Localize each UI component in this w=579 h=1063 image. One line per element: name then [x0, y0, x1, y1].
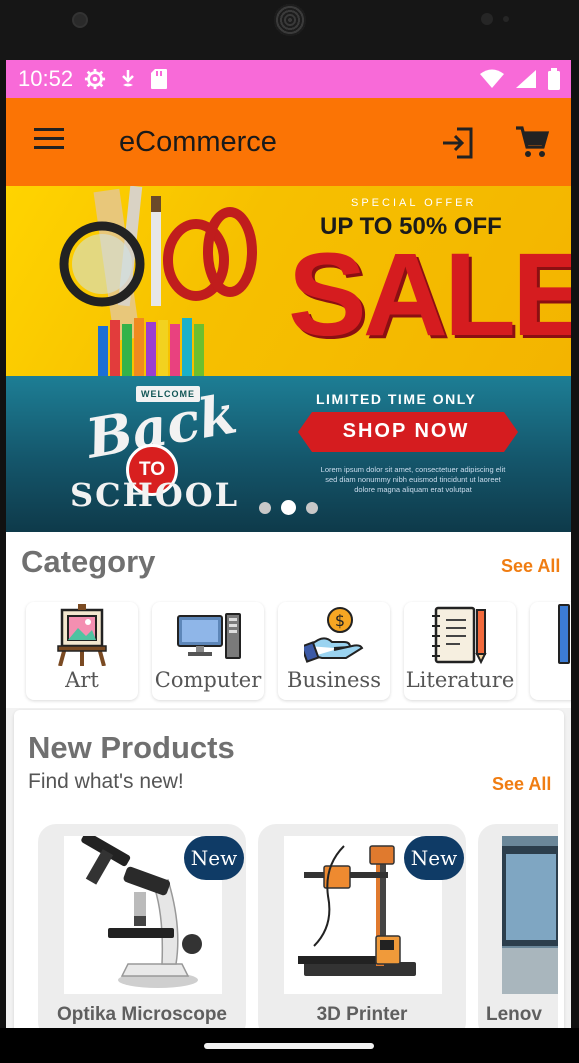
- speaker-grille-icon: [274, 4, 306, 36]
- category-see-all-link[interactable]: See All: [501, 556, 560, 577]
- laptop-photo-icon: [502, 836, 558, 994]
- product-name: Optika Microscope: [57, 1004, 227, 1025]
- banner-special-offer: SPECIAL OFFER: [351, 197, 477, 209]
- notebook-icon: [432, 606, 487, 665]
- product-image: [502, 836, 558, 994]
- new-badge: New: [404, 836, 464, 880]
- product-name: Lenov: [486, 1004, 542, 1025]
- banner-body-text: Lorem ipsum dolor sit amet, consectetuer…: [320, 465, 506, 494]
- battery-icon: [548, 68, 560, 90]
- category-label: Business: [287, 668, 381, 692]
- app-bar: eCommerce: [6, 98, 571, 186]
- computer-icon: [177, 613, 241, 659]
- status-icons-right: [479, 68, 561, 90]
- front-camera-icon: [72, 12, 88, 28]
- status-icons-left: [84, 68, 168, 90]
- category-section: Category See All Art Computer $ Business…: [6, 532, 571, 708]
- proximity-sensor-icon: [481, 13, 493, 25]
- category-card-partial[interactable]: [530, 602, 571, 700]
- new-products-see-all-link[interactable]: See All: [492, 774, 551, 795]
- new-products-title: New Products: [28, 730, 235, 765]
- carousel-dot[interactable]: [259, 501, 271, 514]
- product-card-3d-printer[interactable]: New 3D Printer: [258, 824, 466, 1028]
- app-screen: 10:52 eCommerce SPECIAL OFFER UP TO 50% …: [6, 60, 571, 1028]
- banner-sale-text: SALE: [288, 229, 571, 361]
- new-products-section: New Products Find what's new! See All Ne…: [14, 710, 564, 1028]
- product-list: New Optika Microscope New 3D Printer Len…: [38, 824, 558, 1028]
- svg-text:$: $: [335, 611, 345, 630]
- sd-card-icon: [151, 69, 167, 89]
- product-card-microscope[interactable]: New Optika Microscope: [38, 824, 246, 1028]
- carousel-indicator: [259, 500, 318, 515]
- system-nav-bar: [0, 1028, 579, 1063]
- menu-button[interactable]: [34, 128, 66, 154]
- easel-icon: [57, 604, 107, 666]
- category-card-computer[interactable]: Computer: [152, 602, 264, 700]
- status-time: 10:52: [18, 66, 74, 91]
- menu-icon: [34, 128, 64, 131]
- book-icon: [558, 604, 570, 664]
- category-label: Literature: [405, 668, 515, 692]
- home-gesture-handle[interactable]: [204, 1043, 374, 1049]
- new-products-subtitle: Find what's new!: [28, 770, 184, 793]
- device-bezel: [0, 0, 579, 60]
- category-list: Art Computer $ Business Literature: [26, 602, 571, 700]
- carousel-dot[interactable]: [306, 501, 318, 514]
- category-title: Category: [21, 544, 156, 579]
- login-icon: [443, 127, 473, 159]
- download-icon: [122, 70, 134, 87]
- login-button[interactable]: [440, 125, 476, 161]
- promo-banner-carousel[interactable]: SPECIAL OFFER UP TO 50% OFF SALE WELCOME…: [6, 186, 571, 532]
- status-bar: 10:52: [6, 60, 571, 98]
- carousel-dot-active[interactable]: [281, 500, 296, 515]
- school-supplies-illustration-icon: [59, 186, 257, 376]
- banner-limited-text: LIMITED TIME ONLY: [316, 391, 477, 407]
- category-card-business[interactable]: $ Business: [278, 602, 390, 700]
- light-sensor-icon: [503, 16, 509, 22]
- wifi-icon: [480, 69, 504, 88]
- shop-now-button[interactable]: SHOP NOW: [306, 420, 506, 443]
- cart-icon: [516, 126, 550, 157]
- category-card-art[interactable]: Art: [26, 602, 138, 700]
- app-title: eCommerce: [119, 126, 277, 158]
- product-card-lenovo[interactable]: Lenov: [478, 824, 558, 1028]
- category-card-literature[interactable]: Literature: [404, 602, 516, 700]
- category-label: Art: [65, 668, 99, 692]
- gear-icon: [84, 68, 106, 90]
- banner-sale-panel: SPECIAL OFFER UP TO 50% OFF SALE: [6, 186, 571, 376]
- banner-school-text: SCHOOL: [70, 476, 240, 514]
- cart-button[interactable]: [514, 124, 550, 160]
- new-badge: New: [184, 836, 244, 880]
- signal-icon: [516, 70, 536, 88]
- money-hand-icon: $: [304, 607, 364, 663]
- category-label: Computer: [154, 668, 262, 692]
- product-name: 3D Printer: [316, 1004, 408, 1025]
